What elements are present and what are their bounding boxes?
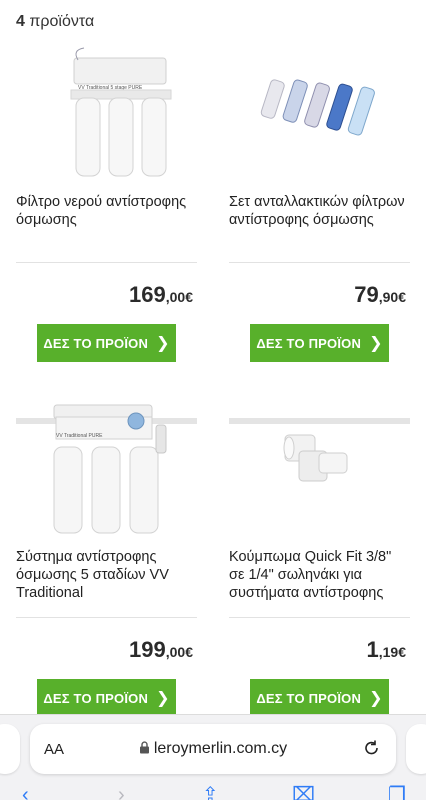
product-count: 4 προϊόντα xyxy=(16,13,95,30)
previous-tab[interactable] xyxy=(0,724,20,774)
lock-icon xyxy=(139,741,149,754)
browser-toolbar: ‹ › ⇪ ⌧ ❐ xyxy=(0,785,426,800)
product-price: 79,90€ xyxy=(354,282,406,307)
chevron-right-icon: ❯ xyxy=(156,690,170,707)
view-product-button[interactable]: ΔΕΣ ΤΟ ΠΡΟΪΟΝ ❯ xyxy=(37,324,176,362)
product-title[interactable]: Σετ ανταλλακτικών φίλτρων αντίστροφης όσ… xyxy=(229,193,410,229)
divider xyxy=(16,617,197,618)
divider xyxy=(229,262,410,263)
bookmarks-icon[interactable]: ⌧ xyxy=(292,785,315,800)
product-image-label: VV Traditional PURE xyxy=(56,433,103,439)
product-price: 199,00€ xyxy=(129,637,193,662)
filter-cartridges-set-image[interactable] xyxy=(229,40,410,185)
reload-icon[interactable] xyxy=(362,738,382,758)
divider xyxy=(16,262,197,263)
back-icon[interactable]: ‹ xyxy=(22,785,29,800)
share-icon[interactable]: ⇪ xyxy=(202,785,219,800)
chevron-right-icon: ❯ xyxy=(156,335,170,352)
chevron-right-icon: ❯ xyxy=(369,690,383,707)
chevron-right-icon: ❯ xyxy=(369,335,383,352)
view-product-button[interactable]: ΔΕΣ ΤΟ ΠΡΟΪΟΝ ❯ xyxy=(250,679,389,717)
divider xyxy=(229,617,410,618)
top-clipped-edge xyxy=(16,0,216,3)
forward-icon[interactable]: › xyxy=(118,785,125,800)
product-price: 169,00€ xyxy=(129,282,193,307)
url-text[interactable]: leroymerlin.com.cy xyxy=(30,740,396,758)
product-card[interactable]: Κούμπωμα Quick Fit 3/8" σε 1/4" σωληνάκι… xyxy=(229,395,410,717)
tabs-icon[interactable]: ❐ xyxy=(388,785,406,800)
product-price: 1,19€ xyxy=(366,637,407,662)
browser-bar: AA leroymerlin.com.cy ‹ › ⇪ ⌧ ❐ xyxy=(0,714,426,800)
view-product-button[interactable]: ΔΕΣ ΤΟ ΠΡΟΪΟΝ ❯ xyxy=(37,679,176,717)
product-card[interactable]: Σετ ανταλλακτικών φίλτρων αντίστροφης όσ… xyxy=(229,40,410,362)
product-title[interactable]: Κούμπωμα Quick Fit 3/8" σε 1/4" σωληνάκι… xyxy=(229,548,410,602)
ro-system-image[interactable]: VV Traditional PURE xyxy=(16,395,197,540)
product-card[interactable]: VV Traditional PURE Σύστημα αντίστροφης … xyxy=(16,395,197,717)
product-card[interactable]: VV Traditional 5 stage PURE Φίλτρο νερού… xyxy=(16,40,197,362)
view-product-button[interactable]: ΔΕΣ ΤΟ ΠΡΟΪΟΝ ❯ xyxy=(250,324,389,362)
quick-fit-connector-image[interactable] xyxy=(229,395,410,540)
product-title[interactable]: Σύστημα αντίστροφης όσμωσης 5 σταδίων VV… xyxy=(16,548,197,602)
next-tab[interactable] xyxy=(406,724,426,774)
address-bar[interactable]: AA leroymerlin.com.cy xyxy=(30,724,396,774)
ro-filter-unit-image[interactable]: VV Traditional 5 stage PURE xyxy=(16,40,197,185)
product-title[interactable]: Φίλτρο νερού αντίστροφης όσμωσης xyxy=(16,193,197,229)
